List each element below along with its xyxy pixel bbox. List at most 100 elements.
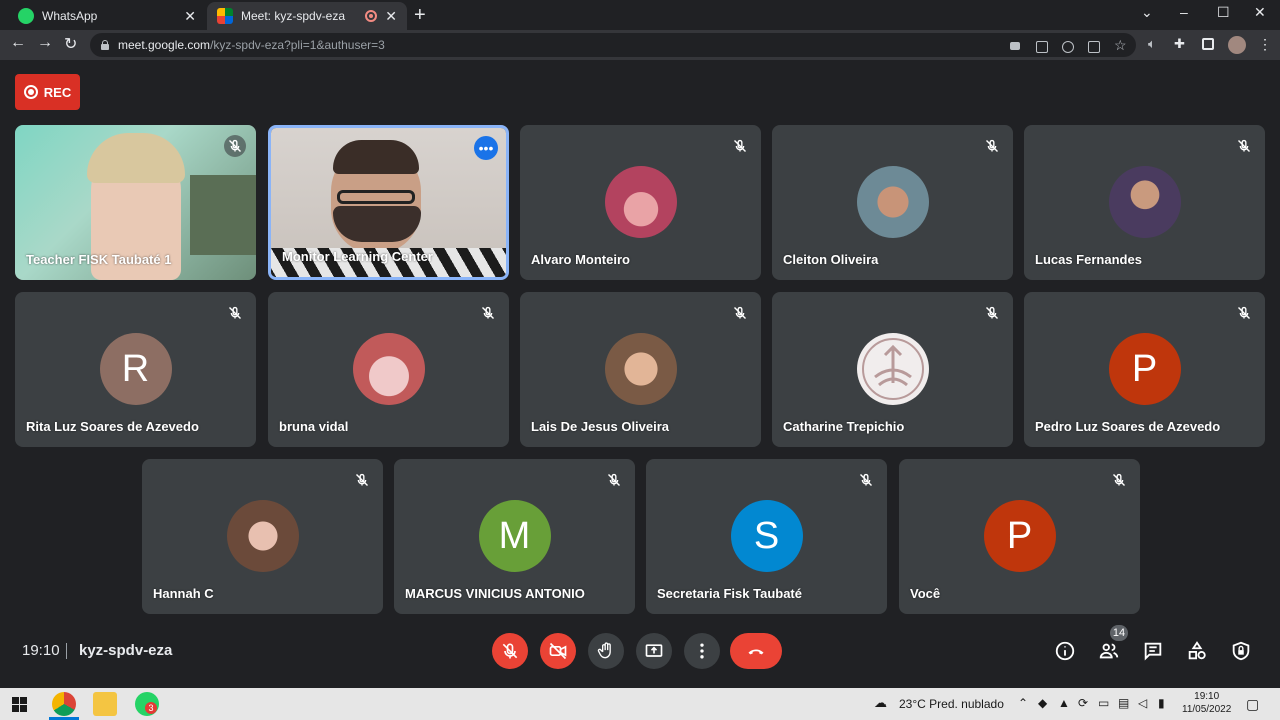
chat-button[interactable] <box>1140 638 1166 664</box>
participant-tile[interactable]: Alvaro Monteiro <box>520 125 761 280</box>
people-button[interactable] <box>1096 638 1122 664</box>
bookmark-star-icon[interactable]: ☆ <box>1114 37 1127 54</box>
participant-avatar: M <box>478 500 551 572</box>
participant-avatar <box>856 333 929 405</box>
participant-avatar <box>226 500 299 572</box>
participant-tile[interactable]: bruna vidal <box>268 292 509 447</box>
close-tab-icon[interactable]: ✕ <box>184 8 196 25</box>
lock-icon <box>100 40 110 50</box>
tab-search-icon[interactable]: ⌄ <box>1141 4 1153 21</box>
forward-icon[interactable]: → <box>37 34 53 52</box>
participant-count-badge: 14 <box>1110 625 1128 641</box>
camera-off-icon <box>549 642 567 660</box>
browser-tab-strip: WhatsApp ✕ Meet: kyz-spdv-eza ✕ + ⌄ – ☐ … <box>0 0 1280 30</box>
present-screen-button[interactable] <box>636 633 672 669</box>
toggle-mic-button[interactable] <box>492 633 528 669</box>
window-close-icon[interactable]: ✕ <box>1254 4 1266 21</box>
windows-taskbar: 3 ☁ 23°C Pred. nublado ⌃ ◆ ▲ ⟳ ▭ ▤ ◁ ▮ 1… <box>0 688 1280 720</box>
participant-tile[interactable]: M MARCUS VINICIUS ANTONIO <box>394 459 635 614</box>
muted-mic-icon <box>1233 135 1255 157</box>
address-bar[interactable]: meet.google.com /kyz-spdv-eza?pli=1&auth… <box>90 33 1136 57</box>
meeting-details-button[interactable] <box>1052 638 1078 664</box>
participant-name: Lucas Fernandes <box>1035 252 1142 267</box>
chrome-icon[interactable] <box>52 692 76 716</box>
participant-tile[interactable]: Lucas Fernandes <box>1024 125 1265 280</box>
file-explorer-icon[interactable] <box>93 692 117 716</box>
side-panel-icon[interactable] <box>1202 38 1214 50</box>
weather-icon: ☁ <box>874 695 887 710</box>
participant-avatar <box>352 333 425 405</box>
muted-mic-icon <box>729 135 751 157</box>
participant-tile[interactable]: Teacher FISK Taubaté 1 <box>15 125 256 280</box>
people-icon <box>1099 643 1119 659</box>
notifications-icon[interactable]: ▢ <box>1246 696 1259 713</box>
participant-name: Monitor Learning Center <box>282 249 433 264</box>
leave-call-button[interactable] <box>730 633 782 669</box>
profile-avatar[interactable] <box>1228 36 1246 54</box>
muted-mic-icon <box>981 302 1003 324</box>
participant-name: MARCUS VINICIUS ANTONIO <box>405 586 585 601</box>
reload-icon[interactable]: ↻ <box>64 34 77 54</box>
participant-avatar: S <box>730 500 803 572</box>
participant-tile[interactable]: Cleiton Oliveira <box>772 125 1013 280</box>
participant-avatar <box>1108 166 1181 238</box>
participant-tile[interactable]: P Pedro Luz Soares de Azevedo <box>1024 292 1265 447</box>
network-icon[interactable]: ▤ <box>1118 696 1129 710</box>
meet-icon <box>217 8 233 24</box>
system-clock[interactable]: 19:10 11/05/2022 <box>1182 690 1231 716</box>
tab-meet[interactable]: Meet: kyz-spdv-eza ✕ <box>207 2 407 30</box>
meeting-code: kyz-spdv-eza <box>79 642 173 659</box>
participant-name: Teacher FISK Taubaté 1 <box>26 252 172 267</box>
show-hidden-icons[interactable]: ⌃ <box>1018 696 1028 710</box>
minimize-icon[interactable]: – <box>1180 4 1188 20</box>
browser-menu-icon[interactable]: ⋮ <box>1258 36 1272 53</box>
close-tab-icon[interactable]: ✕ <box>385 8 397 25</box>
raise-hand-button[interactable] <box>588 633 624 669</box>
mic-off-icon <box>502 643 518 659</box>
phone-hangup-icon <box>748 649 764 655</box>
participant-tile[interactable]: Hannah C <box>142 459 383 614</box>
participant-tile[interactable]: Lais De Jesus Oliveira <box>520 292 761 447</box>
windows-start-icon[interactable] <box>12 697 27 712</box>
logo-icon <box>861 338 924 400</box>
volume-icon[interactable]: ◁ <box>1138 696 1147 710</box>
extensions-icon[interactable]: ✚ <box>1174 36 1185 52</box>
host-controls-button[interactable] <box>1228 638 1254 664</box>
participant-tile[interactable]: ••• Monitor Learning Center <box>268 125 509 280</box>
whatsapp-icon <box>18 8 34 24</box>
present-icon <box>645 644 663 657</box>
record-icon <box>23 85 38 99</box>
maximize-icon[interactable]: ☐ <box>1217 4 1230 21</box>
share-icon[interactable] <box>1088 41 1100 53</box>
tab-whatsapp[interactable]: WhatsApp ✕ <box>8 2 206 30</box>
battery-icon[interactable]: ▭ <box>1098 696 1109 710</box>
participant-tile[interactable]: S Secretaria Fisk Taubaté <box>646 459 887 614</box>
participant-tile[interactable]: Catharine Trepichio <box>772 292 1013 447</box>
audio-icon[interactable]: 🔈︎ <box>1148 36 1156 52</box>
participant-avatar: P <box>1108 333 1181 405</box>
muted-mic-icon <box>477 302 499 324</box>
new-tab-button[interactable]: + <box>414 4 426 27</box>
sync-icon[interactable]: ⟳ <box>1078 696 1088 710</box>
muted-mic-icon <box>981 135 1003 157</box>
microphone-icon[interactable]: ▮ <box>1158 696 1165 710</box>
muted-mic-icon <box>351 469 373 491</box>
drive-icon[interactable]: ▲ <box>1058 696 1070 710</box>
open-external-icon[interactable] <box>1036 41 1048 53</box>
back-icon[interactable]: ← <box>10 34 26 52</box>
participant-tile[interactable]: R Rita Luz Soares de Azevedo <box>15 292 256 447</box>
tab-title: Meet: kyz-spdv-eza <box>241 9 346 23</box>
more-options-button[interactable]: ••• <box>474 136 498 160</box>
participant-tile[interactable]: P Você <box>899 459 1140 614</box>
toggle-camera-button[interactable] <box>540 633 576 669</box>
muted-mic-icon <box>855 469 877 491</box>
shapes-icon <box>1188 641 1206 660</box>
recording-indicator-icon <box>365 10 378 22</box>
dropbox-icon[interactable]: ◆ <box>1038 696 1047 710</box>
weather-text[interactable]: 23°C Pred. nublado <box>899 697 1004 711</box>
activities-button[interactable] <box>1184 638 1210 664</box>
zoom-icon[interactable] <box>1062 41 1074 53</box>
camera-icon[interactable] <box>1010 42 1020 50</box>
more-options-button[interactable] <box>684 633 720 669</box>
recording-label: REC <box>43 84 72 100</box>
